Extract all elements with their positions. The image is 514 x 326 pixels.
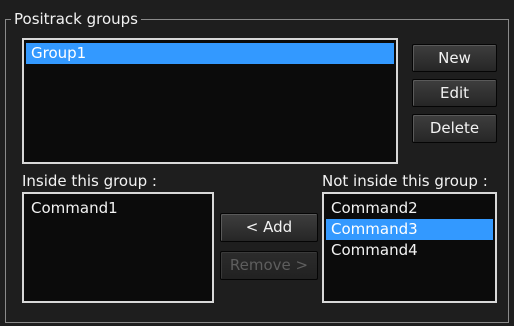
add-button[interactable]: < Add	[220, 213, 318, 242]
list-item-command4[interactable]: Command4	[326, 240, 493, 261]
inside-group-label: Inside this group :	[22, 172, 157, 190]
delete-button[interactable]: Delete	[412, 114, 497, 143]
list-item-group1[interactable]: Group1	[26, 43, 394, 64]
new-button[interactable]: New	[412, 44, 497, 72]
list-item-command1[interactable]: Command1	[26, 198, 212, 219]
list-item-command3[interactable]: Command3	[326, 219, 493, 240]
positrack-groups-panel: Positrack groups Group1 New Edit Delete …	[0, 0, 514, 326]
edit-button[interactable]: Edit	[412, 79, 497, 107]
not-inside-group-label: Not inside this group :	[322, 172, 488, 190]
inside-group-list[interactable]: Command1	[22, 192, 214, 303]
groupbox-title: Positrack groups	[11, 10, 141, 28]
not-inside-group-list[interactable]: Command2 Command3 Command4	[322, 192, 497, 303]
list-item-command2[interactable]: Command2	[326, 198, 493, 219]
remove-button[interactable]: Remove >	[220, 251, 318, 280]
groups-list[interactable]: Group1	[22, 38, 398, 164]
